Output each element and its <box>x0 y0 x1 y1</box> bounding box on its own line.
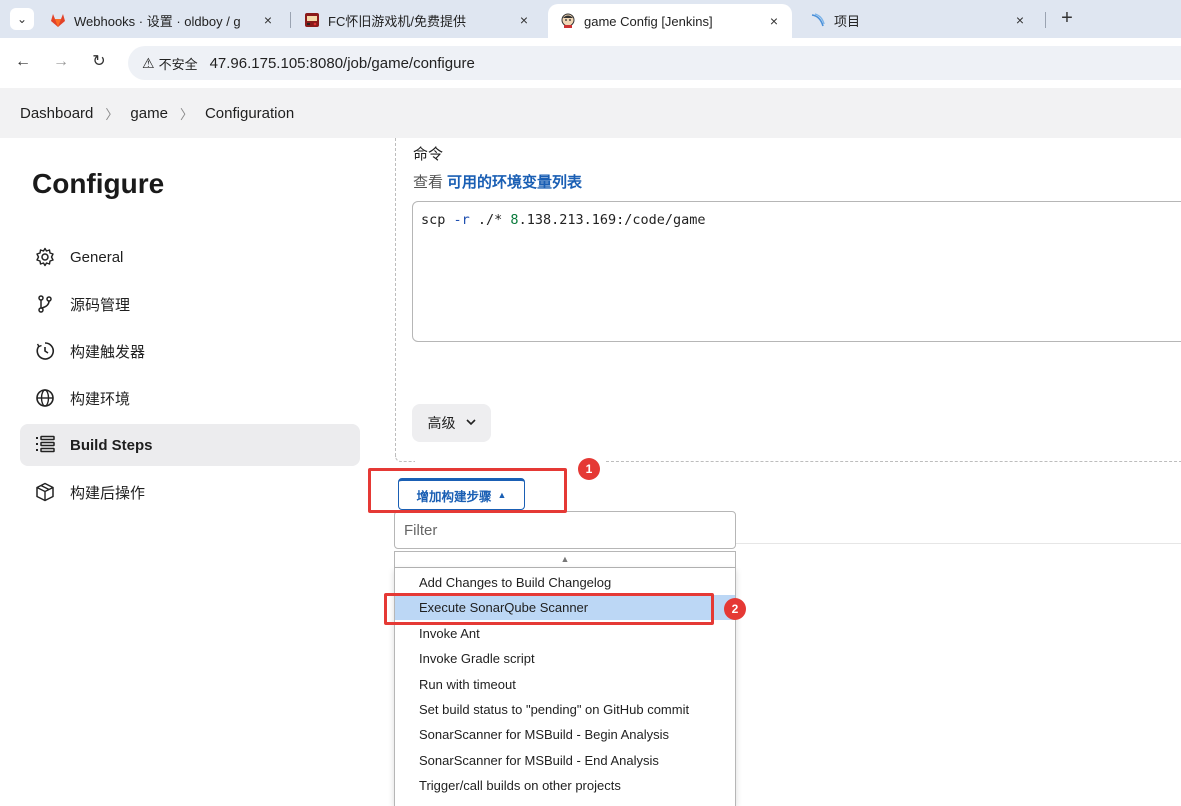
divider <box>736 543 1181 544</box>
tab-title: game Config [Jenkins] <box>584 13 713 29</box>
breadcrumb-game[interactable]: game <box>130 105 168 122</box>
back-arrow-icon[interactable]: ← <box>12 51 34 73</box>
close-icon[interactable]: × <box>1012 12 1028 28</box>
menu-item-msbuild-end[interactable]: SonarScanner for MSBuild - End Analysis <box>395 748 735 773</box>
code-token-flag: -r <box>453 212 470 228</box>
scroll-up-arrow[interactable]: ▲ <box>394 551 736 568</box>
advanced-button[interactable]: 高级 <box>412 404 491 442</box>
tab-title: 项目 <box>834 13 861 29</box>
security-chip[interactable]: ⚠ 不安全 <box>138 50 206 76</box>
annotation-badge-2: 2 <box>724 598 746 620</box>
command-textarea[interactable]: scp -r ./* 8.138.213.169:/code/game <box>412 201 1181 342</box>
chevron-right-icon: 〉 <box>179 106 193 122</box>
command-label: 命令 <box>413 146 444 163</box>
code-token: ./* <box>469 212 511 228</box>
browser-chrome: ⌄ Webhooks · 设置 · oldboy / g × FC怀旧游戏机/免… <box>0 0 1181 88</box>
env-vars-line: 查看 可用的环境变量列表 <box>413 171 582 192</box>
code-token: .138.213.169:/code/game <box>518 212 706 228</box>
game-console-icon <box>304 12 320 28</box>
annotation-badge-1: 1 <box>578 458 600 480</box>
gitlab-icon <box>50 12 66 28</box>
tab-divider <box>1045 12 1046 28</box>
box-icon <box>34 481 56 503</box>
tab-fc-games[interactable]: FC怀旧游戏机/免费提供 × <box>292 4 542 36</box>
breadcrumb-configuration[interactable]: Configuration <box>205 105 294 122</box>
menu-item-msbuild-begin[interactable]: SonarScanner for MSBuild - Begin Analysi… <box>395 722 735 747</box>
security-label: 不安全 <box>158 56 198 72</box>
annotation-box-2 <box>384 593 714 625</box>
sidebar-item-label: 构建触发器 <box>70 343 146 361</box>
sidebar-item-triggers[interactable]: 构建触发器 <box>20 330 360 372</box>
branch-icon <box>34 293 56 315</box>
tab-search-button[interactable]: ⌄ <box>10 8 34 30</box>
code-token-number: 8 <box>510 212 519 228</box>
clock-icon <box>34 340 56 362</box>
menu-item-invoke-gradle[interactable]: Invoke Gradle script <box>395 646 735 671</box>
annotation-box-1 <box>368 468 567 513</box>
list-icon <box>34 434 56 456</box>
reload-icon[interactable]: ↻ <box>88 51 110 73</box>
breadcrumb-dashboard[interactable]: Dashboard <box>20 105 93 122</box>
gear-icon <box>34 246 56 268</box>
section-border-corner <box>395 456 415 462</box>
menu-item-github-pending[interactable]: Set build status to "pending" on GitHub … <box>395 697 735 722</box>
sidebar-item-general[interactable]: General <box>20 236 360 278</box>
menu-item-add-changes[interactable]: Add Changes to Build Changelog <box>395 570 735 595</box>
code-token: scp <box>421 212 454 228</box>
new-tab-button[interactable]: + <box>1056 8 1078 30</box>
chevron-right-icon: 〉 <box>105 106 119 122</box>
close-icon[interactable]: × <box>766 13 782 29</box>
tab-strip: ⌄ Webhooks · 设置 · oldboy / g × FC怀旧游戏机/免… <box>0 0 1181 38</box>
sidebar-item-label: General <box>70 248 124 266</box>
warning-icon: ⚠ <box>142 54 155 71</box>
section-border-bottom <box>606 461 1181 462</box>
url-text[interactable]: 47.96.175.105:8080/job/game/configure <box>210 55 475 72</box>
sidebar-item-environment[interactable]: 构建环境 <box>20 377 360 419</box>
menu-item-run-with-timeout[interactable]: Run with timeout <box>395 672 735 697</box>
address-bar[interactable]: ⚠ 不安全 47.96.175.105:8080/job/game/config… <box>128 46 1181 80</box>
globe-icon <box>34 387 56 409</box>
env-prefix: 查看 <box>413 174 444 191</box>
sidebar-item-post-build[interactable]: 构建后操作 <box>20 471 360 513</box>
advanced-label: 高级 <box>427 415 456 431</box>
wave-icon <box>810 12 826 28</box>
sidebar-item-label: 源码管理 <box>70 296 131 314</box>
close-icon[interactable]: × <box>516 12 532 28</box>
tab-title: FC怀旧游戏机/免费提供 <box>328 13 466 29</box>
section-border <box>395 138 396 456</box>
breadcrumb: Dashboard 〉 game 〉 Configuration <box>0 88 1181 138</box>
sidebar-item-label: 构建环境 <box>70 390 131 408</box>
tab-projects[interactable]: 项目 × <box>798 4 1038 36</box>
browser-toolbar: ← → ↻ ⚠ 不安全 47.96.175.105:8080/job/game/… <box>0 38 1181 88</box>
sidebar-item-label: 构建后操作 <box>70 484 146 502</box>
tab-divider <box>290 12 291 28</box>
menu-item-trigger-builds[interactable]: Trigger/call builds on other projects <box>395 773 735 798</box>
sidebar-item-scm[interactable]: 源码管理 <box>20 283 360 325</box>
tab-webhooks[interactable]: Webhooks · 设置 · oldboy / g × <box>38 4 286 36</box>
sidebar-item-label: Build Steps <box>70 436 153 454</box>
tab-jenkins-config[interactable]: game Config [Jenkins] × <box>548 4 792 38</box>
sidebar-item-build-steps[interactable]: Build Steps <box>20 424 360 466</box>
page-title: Configure <box>32 168 165 199</box>
env-vars-link[interactable]: 可用的环境变量列表 <box>447 174 582 191</box>
filter-input[interactable] <box>394 511 736 549</box>
jenkins-icon <box>560 13 576 29</box>
close-icon[interactable]: × <box>260 12 276 28</box>
forward-arrow-icon[interactable]: → <box>50 51 72 73</box>
chevron-down-icon <box>465 417 476 429</box>
tab-title: Webhooks · 设置 · oldboy / g <box>74 13 241 29</box>
